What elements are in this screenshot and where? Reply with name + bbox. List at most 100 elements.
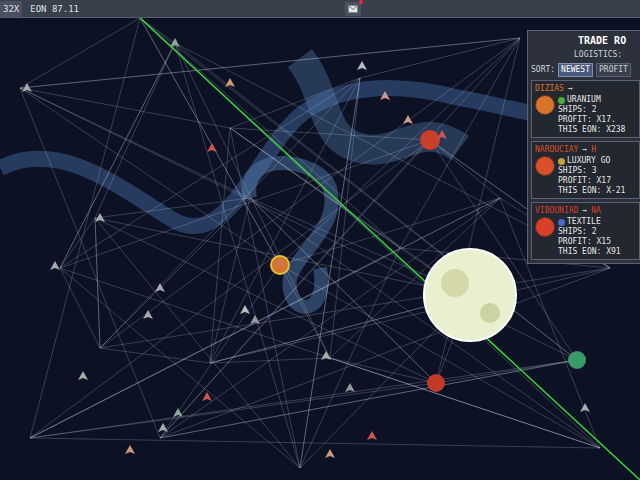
route-list: DIZIAS→URANIUMSHIPS: 2PROFIT: X17.THIS E…: [528, 80, 640, 260]
ship-icon[interactable]: [357, 61, 367, 70]
sun-spot: [480, 303, 500, 323]
route-profit: PROFIT: X17.: [558, 115, 625, 125]
sun-icon[interactable]: [424, 249, 516, 341]
ship-icon[interactable]: [155, 283, 165, 292]
commodity-name: URANIUM: [567, 95, 601, 105]
commodity: LUXURY GO: [558, 156, 625, 166]
trade-lane: [230, 128, 300, 468]
ship-icon[interactable]: [437, 130, 447, 139]
trade-lane: [95, 43, 175, 218]
trade-lane: [60, 78, 360, 268]
game-screen: 32XEON 87.11TRADE ROLOGISTICS:SORT:NEWES…: [0, 0, 640, 480]
trade-lane: [30, 360, 577, 438]
trade-lane: [20, 88, 577, 360]
planet-icon[interactable]: [271, 256, 289, 274]
trade-lane: [95, 218, 470, 295]
planet-icon[interactable]: [427, 374, 445, 392]
trade-lane: [30, 18, 140, 438]
route-card[interactable]: VIBOUNIAD→NATEXTILESHIPS: 2PROFIT: X15TH…: [531, 202, 640, 260]
ship-icon[interactable]: [173, 408, 183, 417]
trade-lane: [60, 218, 95, 268]
trade-lane: [95, 218, 100, 348]
panel-title: TRADE RO: [528, 31, 640, 47]
ship-icon[interactable]: [78, 371, 88, 380]
route-body: URANIUMSHIPS: 2PROFIT: X17.THIS EON: X23…: [535, 95, 636, 135]
route-details: TEXTILESHIPS: 2PROFIT: X15THIS EON: X91: [558, 217, 621, 257]
planet-icon[interactable]: [568, 351, 586, 369]
trade-lane: [400, 38, 520, 248]
ship-icon[interactable]: [143, 310, 153, 319]
commodity-name: TEXTILE: [567, 217, 601, 227]
sort-label: SORT:: [531, 65, 555, 75]
trade-lane: [100, 38, 520, 348]
ship-icon[interactable]: [158, 423, 168, 432]
trade-lane: [430, 140, 500, 198]
trade-lane: [330, 358, 436, 383]
trade-lane: [60, 268, 100, 348]
trade-lane: [280, 38, 520, 265]
ship-icon[interactable]: [325, 449, 335, 458]
unread-badge: [359, 0, 363, 4]
trade-lane: [30, 140, 430, 438]
route-details: LUXURY GOSHIPS: 3PROFIT: X17THIS EON: X-…: [558, 156, 625, 196]
commodity-icon: [558, 97, 565, 104]
commodity-icon: [558, 219, 565, 226]
route-profit: PROFIT: X15: [558, 237, 621, 247]
sun-spot: [441, 269, 469, 297]
route-arrow: →: [568, 83, 573, 94]
ship-icon[interactable]: [95, 213, 105, 222]
route-header: VIBOUNIAD→NA: [535, 205, 636, 216]
route-origin: VIBOUNIAD: [535, 205, 578, 216]
trade-lane: [140, 18, 175, 43]
route-this-eon: THIS EON: X238: [558, 125, 625, 135]
ship-icon[interactable]: [202, 392, 212, 401]
trade-lane: [210, 78, 360, 363]
ship-icon[interactable]: [345, 383, 355, 392]
ship-icon[interactable]: [250, 315, 260, 324]
ship-icon[interactable]: [207, 143, 217, 152]
ship-icon[interactable]: [403, 115, 413, 124]
trade-lane: [20, 38, 520, 88]
ship-icon[interactable]: [580, 403, 590, 412]
route-header: NAROUCIAY → H: [535, 144, 636, 155]
route-card[interactable]: DIZIAS→URANIUMSHIPS: 2PROFIT: X17.THIS E…: [531, 80, 640, 138]
route-profit: PROFIT: X17: [558, 176, 625, 186]
active-route: [140, 18, 640, 480]
trade-lane: [360, 38, 520, 78]
ship-icon[interactable]: [50, 261, 60, 270]
ship-icon[interactable]: [22, 83, 32, 92]
panel-subtitle: LOGISTICS:: [528, 50, 640, 60]
ship-icon[interactable]: [125, 445, 135, 454]
ship-icon[interactable]: [321, 351, 331, 360]
ship-icon[interactable]: [275, 258, 285, 267]
trade-lane: [436, 360, 577, 383]
route-destination: H: [591, 144, 596, 155]
trade-lane: [300, 248, 400, 468]
trade-lane: [30, 438, 600, 448]
sort-button[interactable]: NEWEST: [558, 63, 593, 77]
speed-button[interactable]: 32X: [0, 1, 22, 17]
route-destination: NA: [591, 205, 601, 216]
trade-lane: [210, 198, 250, 363]
trade-lane: [160, 38, 520, 438]
ship-icon[interactable]: [380, 91, 390, 100]
trade-lane: [20, 38, 520, 88]
planet-icon: [535, 95, 555, 115]
route-body: TEXTILESHIPS: 2PROFIT: X15THIS EON: X91: [535, 217, 636, 257]
mail-button[interactable]: [345, 2, 361, 16]
sort-button[interactable]: PROFIT: [596, 63, 631, 77]
route-card[interactable]: NAROUCIAY → HLUXURY GOSHIPS: 3PROFIT: X17T…: [531, 141, 640, 199]
trade-lane: [95, 218, 300, 468]
ship-icon[interactable]: [225, 78, 235, 87]
planet-icon[interactable]: [420, 130, 440, 150]
route-arrow: →: [582, 144, 587, 155]
trade-lane: [95, 198, 250, 218]
nebula-stream: [0, 88, 600, 226]
route-origin: NAROUCIAY: [535, 144, 578, 155]
ship-icon[interactable]: [240, 305, 250, 314]
ship-icon[interactable]: [367, 431, 377, 440]
mail-icon: [348, 5, 358, 13]
trade-lane: [20, 88, 160, 438]
trade-lane: [160, 360, 577, 438]
ship-icon[interactable]: [170, 38, 180, 47]
